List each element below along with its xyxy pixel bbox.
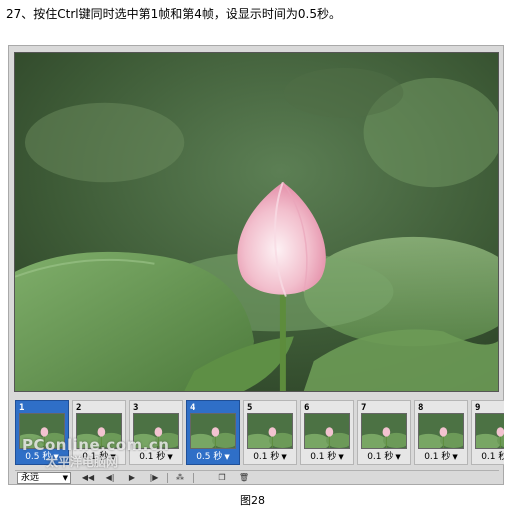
frame-delay[interactable]: 0.1 秒▼ [475,451,504,463]
frame-delay[interactable]: 0.1 秒▼ [247,451,293,463]
frame-number: 7 [361,403,367,413]
toolbar-divider [167,473,168,483]
toolbar-divider [193,473,194,483]
frame-number: 3 [133,403,139,413]
frame-thumbnail [475,413,504,449]
frame-number: 5 [247,403,253,413]
frame-9[interactable]: 9 0.1 秒▼ [471,400,504,465]
frame-number: 1 [19,403,25,413]
frame-thumbnail [247,413,293,449]
next-frame-icon[interactable]: |▶ [145,472,163,484]
duplicate-frame-icon[interactable]: ❐ [213,472,231,484]
frame-delay[interactable]: 0.1 秒▼ [418,451,464,463]
frame-thumbnail [418,413,464,449]
frame-thumbnail [190,413,236,449]
animation-window: 1 0.5 秒▼ 2 0.1 秒▼ 3 0.1 秒▼ 4 0.5 秒▼ [8,45,504,485]
frame-6[interactable]: 6 0.1 秒 ▼ [300,400,354,465]
frame-number: 4 [190,403,196,413]
watermark-logo: PConline.com.cn [22,436,170,454]
previous-frame-icon[interactable]: ◀| [101,472,119,484]
frame-delay[interactable]: 0.1 秒▼ [361,451,407,463]
frame-8[interactable]: 8 0.1 秒 ▼ [414,400,468,465]
loop-options-select[interactable]: 永远 ▼ [17,472,71,484]
frame-number: 6 [304,403,310,413]
frame-4[interactable]: 4 0.5 秒 ▼ [186,400,240,465]
first-frame-icon[interactable]: ◀◀ [79,472,97,484]
frame-7[interactable]: 7 0.1 秒 ▼ [357,400,411,465]
frame-5[interactable]: 5 0.1 秒 ▼ [243,400,297,465]
watermark-subtitle: 太平洋电脑网 [46,455,119,469]
frame-3[interactable]: 3 0.1 秒 ▼ [129,400,183,465]
play-icon[interactable]: ▶ [123,472,141,484]
frame-number: 8 [418,403,424,413]
loop-options-value: 永远 [21,473,40,483]
animation-toolbar: 永远 ▼ ◀◀ ◀| ▶ |▶ ⁂ ❐ 🗑 [15,470,499,484]
frame-number: 9 [475,403,481,413]
frame-delay[interactable]: 0.5 秒 ▼ [190,451,236,463]
chevron-down-icon: ▼ [62,474,68,482]
frame-thumbnail [361,413,407,449]
frame-delay[interactable]: 0.1 秒▼ [304,451,350,463]
frame-number: 2 [76,403,82,413]
tween-icon[interactable]: ⁂ [171,472,189,484]
figure-caption: 图28 [240,494,265,507]
lotus-image [14,52,499,392]
instruction-text: 27、按住Ctrl键同时选中第1帧和第4帧，设显示时间为0.5秒。 [6,7,341,21]
frame-thumbnail [304,413,350,449]
delete-frame-icon[interactable]: 🗑 [235,472,253,484]
